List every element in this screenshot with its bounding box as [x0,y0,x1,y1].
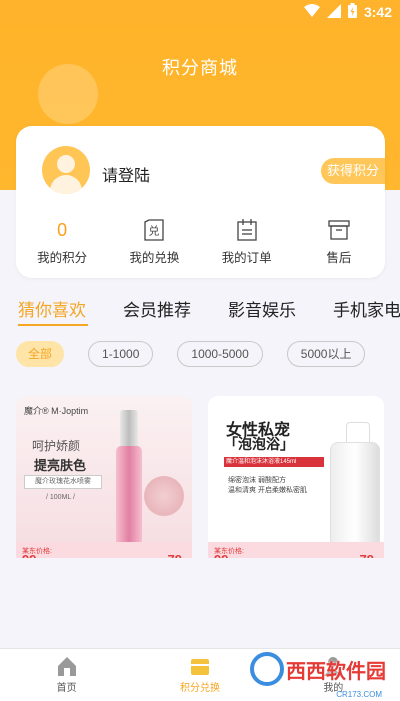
product-brand: 魔介® M·Joptim [24,406,89,416]
wifi-icon [303,3,320,21]
spray-cap-image [120,410,138,448]
product-box-label: 魔介玫瑰花水喷雾 [24,475,102,489]
stat-label: 我的兑换 [129,251,180,265]
product-title: 「泡泡浴」 [224,436,294,452]
order-icon [201,218,293,242]
tab-phones-appliances[interactable]: 手机家电 [333,296,400,326]
stat-label: 售后 [326,251,352,265]
page-title: 积分商城 [162,58,238,78]
after-sale-icon [293,218,385,242]
site-watermark: 西西软件园 CR173.COM [250,652,386,699]
category-tabs: 猜你喜欢 会员推荐 影音娱乐 手机家电 [18,296,400,326]
tab-entertainment[interactable]: 影音娱乐 [228,296,296,326]
product-desc: 绵密泡沫 弱酸配方 [228,477,286,484]
foam-bottle-image [330,442,380,556]
battery-icon [347,3,357,21]
login-link[interactable]: 请登陆 [102,162,150,186]
user-card: 请登陆 获得积分 0 我的积分 兑 我的兑换 我的订单 售后 [16,126,385,278]
status-bar: 3:42 [0,0,400,26]
product-card[interactable]: 女性私宠 「泡泡浴」 魔介温和泡沫沐浴液145ml 绵密泡沫 弱酸配方 温和清爽… [208,396,384,558]
watermark-logo-icon [250,652,284,686]
filter-1-1000[interactable]: 1-1000 [88,341,154,367]
stat-after-sale[interactable]: 售后 [293,218,385,266]
petal-image [144,476,184,516]
exchange-icon: 兑 [108,218,200,242]
product-tagline: 呵护娇颜 [32,439,81,453]
tab-member-recommend[interactable]: 会员推荐 [123,296,191,326]
svg-text:兑: 兑 [149,224,160,238]
tabbar-points-exchange[interactable]: 积分兑换 [133,649,266,701]
home-icon [0,655,133,677]
filter-all[interactable]: 全部 [16,341,65,367]
stat-my-exchange[interactable]: 兑 我的兑换 [108,218,200,266]
price-points: 79 [360,552,374,558]
tab-guess-you-like[interactable]: 猜你喜欢 [18,296,88,326]
stat-my-points[interactable]: 0 我的积分 [16,218,108,266]
filter-1000-5000[interactable]: 1000-5000 [177,341,263,367]
spray-bottle-image [116,446,142,546]
watermark-sub: CR173.COM [336,690,382,699]
watermark-text: 西西软件园 [286,660,386,683]
stats-row: 0 我的积分 兑 我的兑换 我的订单 售后 [16,218,385,266]
price-points: 79 [168,552,182,558]
price-filters: 全部 1-1000 1000-5000 5000以上 [16,341,366,367]
earn-points-button[interactable]: 获得积分 [321,158,385,184]
price-main: 99 [214,552,228,558]
tabbar-label: 首页 [56,683,77,694]
product-desc: 温和清爽 开启柔嫩私密肌 [228,487,307,494]
signal-icon [326,3,341,21]
stat-my-orders[interactable]: 我的订单 [201,218,293,266]
filter-5000-plus[interactable]: 5000以上 [286,341,366,367]
points-value: 0 [57,220,68,240]
price-main: 99 [22,552,36,558]
tabbar-home[interactable]: 首页 [0,649,133,701]
stat-label: 我的积分 [37,251,88,265]
avatar[interactable] [42,146,90,194]
stat-label: 我的订单 [221,251,272,265]
points-exchange-icon [133,655,266,677]
tabbar-label: 积分兑换 [179,683,220,694]
product-tagline: 提亮肤色 [34,458,87,473]
status-time: 3:42 [363,4,392,20]
product-volume: / 100ML / [46,494,75,501]
product-card[interactable]: 魔介® M·Joptim 呵护娇颜 提亮肤色 魔介玫瑰花水喷雾 / 100ML … [16,396,192,558]
product-red-banner: 魔介温和泡沫沐浴液145ml [224,457,324,467]
